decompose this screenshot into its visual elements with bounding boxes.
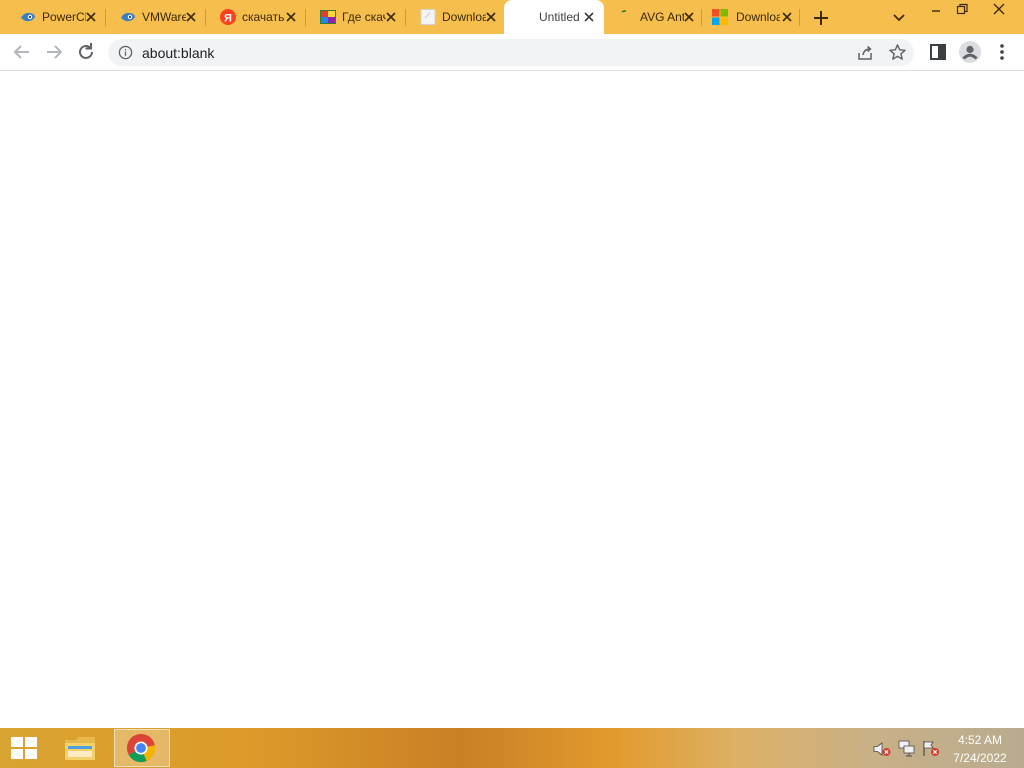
close-icon[interactable] <box>184 10 198 24</box>
minimize-icon[interactable] <box>928 3 944 17</box>
speaker-muted-icon[interactable] <box>873 741 891 757</box>
microsoft-logo-icon <box>712 9 728 25</box>
clock-date: 7/24/2022 <box>953 751 1007 765</box>
bookmark-star-icon[interactable] <box>888 43 907 62</box>
clock[interactable]: 4:52 AM 7/24/2022 <box>950 733 1010 766</box>
blank-page-icon <box>420 9 436 25</box>
close-icon[interactable] <box>84 10 98 24</box>
restore-icon[interactable] <box>954 2 970 16</box>
window-close-icon[interactable] <box>991 2 1007 16</box>
page-content <box>0 71 1024 728</box>
close-icon[interactable] <box>484 10 498 24</box>
chrome-taskbar-button[interactable] <box>114 729 170 767</box>
info-icon[interactable] <box>118 45 133 60</box>
browser-toolbar: about:blank <box>0 34 1024 71</box>
clock-time: 4:52 AM <box>957 733 1003 747</box>
yandex-icon: Я <box>220 9 236 25</box>
url-text[interactable]: about:blank <box>142 45 214 61</box>
tab-strip: PowerCLI Documentation VMWare Docs Я ска… <box>0 0 1024 34</box>
action-center-flag-icon[interactable] <box>922 740 940 757</box>
more-menu-icon[interactable] <box>990 40 1014 64</box>
tab-4[interactable]: Download <box>406 0 504 34</box>
profile-avatar-icon[interactable] <box>958 40 982 64</box>
tab-title: Untitled <box>539 10 580 24</box>
vmware-tech-docs-icon <box>121 12 135 22</box>
chrome-icon <box>126 733 156 763</box>
tab-search-chevron-down-icon[interactable] <box>891 11 907 25</box>
back-arrow-icon[interactable] <box>10 40 34 64</box>
tab-6[interactable]: AVG AntiVirus <box>604 0 702 34</box>
tab-title: AVG AntiVirus <box>640 10 684 24</box>
vmware-tech-docs-icon <box>21 12 35 22</box>
close-icon[interactable] <box>284 10 298 24</box>
tab-1[interactable]: VMWare Docs <box>106 0 206 34</box>
tab-2[interactable]: Я скачать <box>206 0 306 34</box>
tab-title: VMWare Docs <box>142 10 186 24</box>
loading-icon <box>621 10 627 13</box>
colorful-image-icon <box>320 10 336 24</box>
file-explorer-icon[interactable] <box>64 734 96 762</box>
forward-arrow-icon[interactable] <box>42 40 66 64</box>
tab-title: скачать <box>242 10 285 24</box>
network-icon[interactable] <box>898 740 916 757</box>
tab-active[interactable]: Untitled <box>504 0 604 34</box>
taskbar: 4:52 AM 7/24/2022 <box>0 728 1024 768</box>
close-icon[interactable] <box>582 10 596 24</box>
side-panel-icon[interactable] <box>926 40 950 64</box>
share-icon[interactable] <box>856 44 874 62</box>
tab-title: Download <box>442 10 486 24</box>
tab-separator <box>799 9 800 26</box>
omnibox[interactable]: about:blank <box>108 39 914 66</box>
close-icon[interactable] <box>682 10 696 24</box>
close-icon[interactable] <box>780 10 794 24</box>
windows-start-icon[interactable] <box>11 737 37 759</box>
tab-0[interactable]: PowerCLI Documentation <box>6 0 106 34</box>
new-tab-icon[interactable] <box>812 9 830 27</box>
tab-title: Где скачать <box>342 10 386 24</box>
close-icon[interactable] <box>384 10 398 24</box>
reload-icon[interactable] <box>74 40 98 64</box>
tab-title: PowerCLI Documentation <box>42 10 86 24</box>
svg-text:Я: Я <box>224 13 232 25</box>
tab-3[interactable]: Где скачать <box>306 0 406 34</box>
tab-7[interactable]: Download <box>702 0 800 34</box>
tab-title: Download <box>736 10 780 24</box>
